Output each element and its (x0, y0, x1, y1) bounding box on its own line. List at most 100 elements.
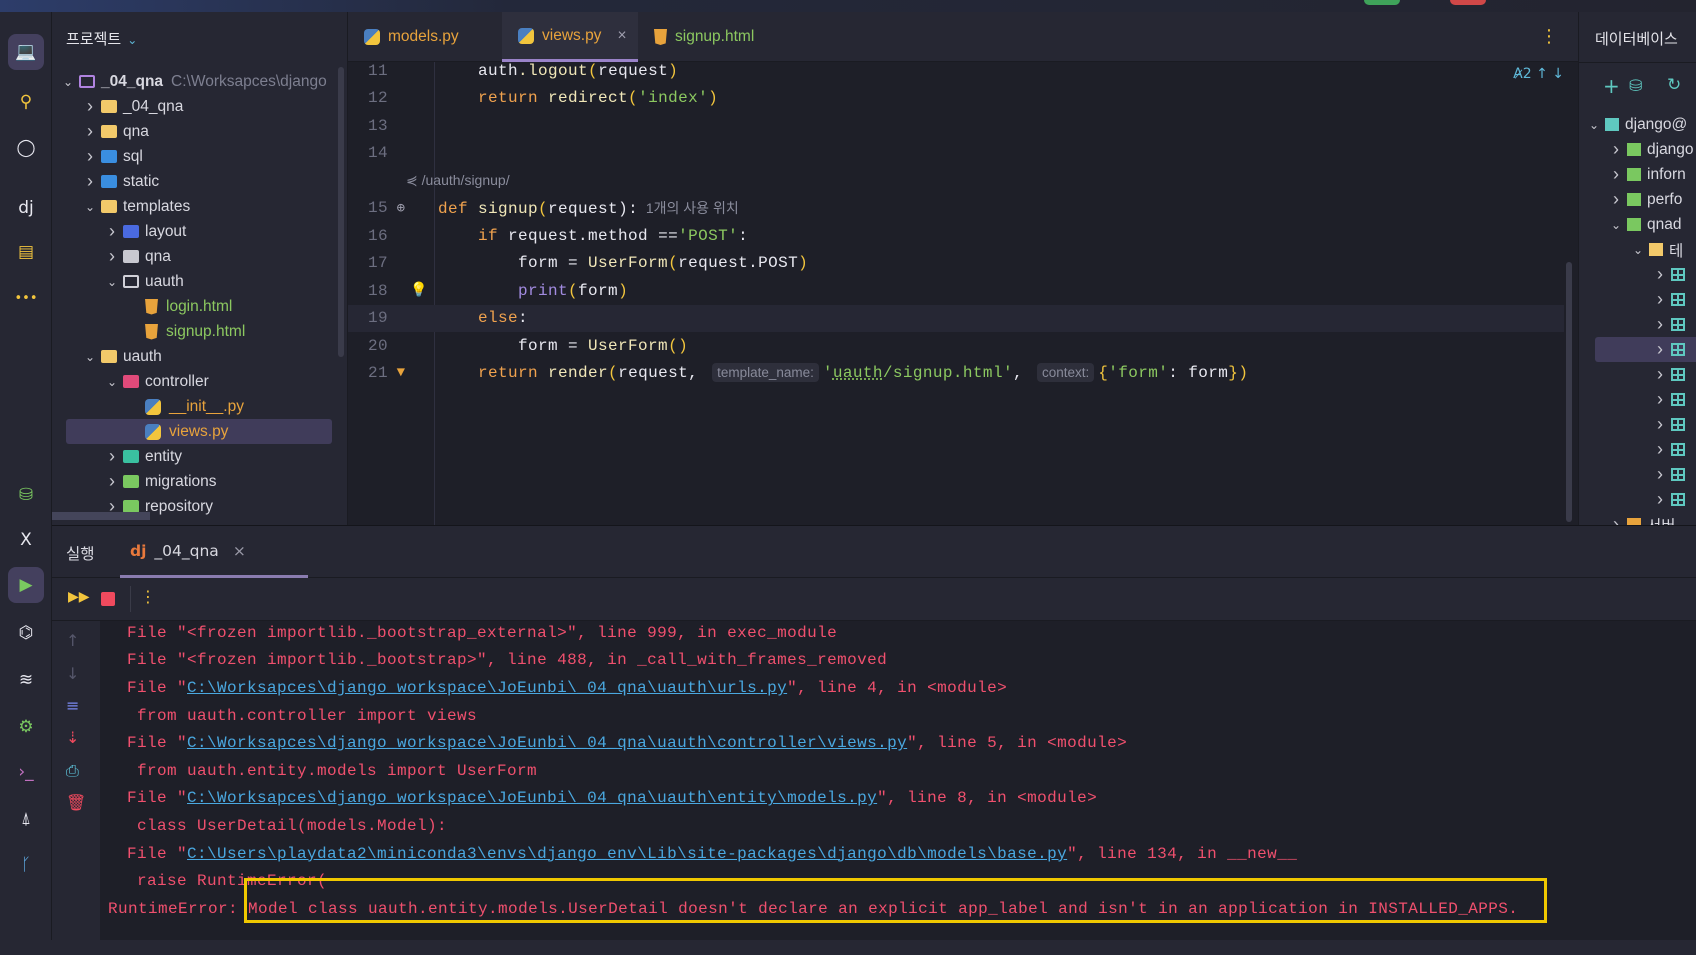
code-line[interactable]: 15 ⊕ def signup(request): 1개의 사용 위치 (348, 195, 1564, 223)
code-editor[interactable]: 11 auth.logout(request) 12 return redirec… (348, 62, 1578, 525)
db-tree-item[interactable]: › (1649, 437, 1685, 462)
database-add-icon[interactable]: ⛁ (8, 477, 44, 513)
file-link[interactable]: C:\Worksapces\django_workspace\JoEunbi\_… (187, 789, 877, 807)
run-icon[interactable]: ▶ (8, 567, 44, 603)
chevron-right-icon[interactable]: › (1605, 139, 1627, 160)
chevron-down-icon[interactable]: ⌄ (57, 75, 79, 89)
db-tree-item[interactable]: › (1649, 287, 1685, 312)
code-line[interactable]: 14 (348, 140, 1564, 168)
db-tree-item[interactable]: › inforn (1605, 162, 1686, 187)
db-tree-item[interactable]: › (1649, 462, 1685, 487)
horizontal-scrollbar[interactable] (52, 512, 150, 520)
tree-item-qna[interactable]: › qna (101, 244, 171, 269)
db-tree-item[interactable]: › (1649, 262, 1685, 287)
tree-item-static[interactable]: › static (79, 169, 159, 194)
layers-icon[interactable]: ≋ (8, 662, 44, 698)
chevron-right-icon[interactable]: › (1649, 339, 1671, 360)
excel-icon[interactable]: X (8, 522, 44, 558)
lightbulb-icon[interactable]: 💡 (410, 282, 428, 299)
soft-wrap-icon[interactable]: ≡ (66, 696, 79, 715)
chevron-down-icon[interactable]: ⌄ (79, 350, 101, 364)
tree-item-04qna[interactable]: › _04_qna (79, 94, 183, 119)
tree-item-qna[interactable]: › qna (79, 119, 149, 144)
arrow-down-icon[interactable]: ↓ (66, 664, 79, 683)
chevron-right-icon[interactable]: › (79, 171, 101, 192)
chevron-right-icon[interactable]: › (1605, 514, 1627, 525)
chevron-right-icon[interactable]: › (1649, 389, 1671, 410)
db-tree-item[interactable]: › django (1605, 137, 1694, 162)
django-icon[interactable]: dj (8, 190, 44, 226)
chevron-right-icon[interactable]: › (1649, 414, 1671, 435)
more-vertical-icon[interactable]: ⋮ (140, 587, 156, 606)
db-tree-item[interactable]: ⌄ qnad (1605, 212, 1682, 237)
db-tree-item[interactable]: › (1649, 487, 1685, 512)
chevron-right-icon[interactable]: › (1649, 439, 1671, 460)
chevron-down-icon[interactable]: ⌄ (1627, 243, 1649, 257)
inspection-widget[interactable]: A̷2 ↑ ↓ (1513, 66, 1564, 82)
chevron-right-icon[interactable]: › (79, 146, 101, 167)
close-tab-button[interactable]: × (617, 27, 626, 45)
code-line[interactable]: 12 return redirect('index') (348, 85, 1564, 113)
db-tree-item[interactable]: › 서버 (1605, 512, 1676, 525)
more-icon[interactable]: ••• (8, 280, 44, 316)
chevron-right-icon[interactable]: › (79, 96, 101, 117)
db-tree-item[interactable]: › (1649, 312, 1685, 337)
arrow-up-icon[interactable]: ↑ (66, 631, 79, 650)
chevron-right-icon[interactable]: › (79, 121, 101, 142)
tree-item-controller[interactable]: ⌄ controller (101, 369, 209, 394)
refresh-icon[interactable]: ↻ (1667, 75, 1681, 95)
db-tree-item[interactable]: › (1649, 337, 1685, 362)
python-console-icon[interactable]: ⌬ (8, 615, 44, 651)
tree-item-migrations[interactable]: › migrations (101, 469, 217, 494)
chevron-right-icon[interactable]: › (1649, 489, 1671, 510)
tree-item-sql[interactable]: › sql (79, 144, 143, 169)
html-icon[interactable]: ▼ (392, 365, 410, 381)
tree-item-initpy[interactable]: __init__.py (123, 394, 244, 419)
project-panel-title[interactable]: 프로젝트 ⌄ (66, 28, 137, 49)
code-line[interactable]: 20 form = UserForm() (348, 332, 1564, 360)
tree-item-viewspy[interactable]: views.py (123, 419, 228, 444)
db-tree-item[interactable]: › (1649, 387, 1685, 412)
rerun-icon[interactable]: ▶▶ (68, 589, 90, 605)
chevron-right-icon[interactable]: › (1649, 464, 1671, 485)
file-link[interactable]: C:\Worksapces\django_workspace\JoEunbi\_… (187, 679, 787, 697)
notifications-icon[interactable]: ⍋ (8, 801, 44, 837)
chevron-down-icon[interactable]: ⌄ (101, 275, 123, 289)
endpoint-url[interactable]: ⋞ /uauth/signup/ (406, 172, 510, 189)
tab-views-py[interactable]: views.py × (502, 12, 638, 62)
chevron-right-icon[interactable]: › (1649, 314, 1671, 335)
tab-run[interactable]: 실행 (66, 542, 95, 564)
db-tree-item[interactable]: › (1649, 362, 1685, 387)
code-line[interactable]: 16 if request.method =='POST': (348, 222, 1564, 250)
web-search-icon[interactable]: ⊕ (392, 200, 410, 217)
chevron-right-icon[interactable]: › (101, 246, 123, 267)
chevron-down-icon[interactable]: ⌄ (101, 375, 123, 389)
terminal-icon[interactable]: ›_ (8, 754, 44, 790)
tree-item-uauth[interactable]: ⌄ uauth (101, 269, 184, 294)
file-link[interactable]: C:\Users\playdata2\miniconda3\envs\djang… (187, 845, 1067, 863)
code-line[interactable]: 17 form = UserForm(request.POST) (348, 250, 1564, 278)
stop-button[interactable] (101, 592, 115, 606)
github-icon[interactable]: ◯ (8, 130, 44, 166)
tab-run-config[interactable]: dj _04_qna × (120, 526, 308, 578)
tree-item-signuphtml[interactable]: signup.html (123, 319, 245, 344)
db-tree-item[interactable]: › perfo (1605, 187, 1682, 212)
git-branch-icon[interactable]: ᚴ (8, 847, 44, 883)
project-icon[interactable]: 💻 (8, 34, 44, 70)
code-line[interactable]: 11 auth.logout(request) (348, 62, 1564, 85)
editor-scrollbar[interactable] (1566, 262, 1572, 522)
settings-icon[interactable]: ⚙ (8, 709, 44, 745)
db-tree-item[interactable]: ⌄ 테 (1627, 237, 1683, 262)
vertical-scrollbar[interactable] (338, 67, 344, 357)
tree-item-loginhtml[interactable]: login.html (123, 294, 232, 319)
chevron-right-icon[interactable]: › (1605, 189, 1627, 210)
chevron-right-icon[interactable]: › (101, 221, 123, 242)
chevron-right-icon[interactable]: › (101, 471, 123, 492)
chevron-down-icon[interactable]: ⌄ (1583, 118, 1605, 132)
endpoint-hint[interactable]: ⋞ /uauth/signup/ (348, 167, 1564, 195)
code-line[interactable]: 19 else: (348, 304, 1564, 332)
tree-item-templates[interactable]: ⌄ templates (79, 194, 190, 219)
scroll-to-end-icon[interactable]: ⇣ (66, 728, 79, 747)
chevron-right-icon[interactable]: › (1649, 264, 1671, 285)
more-vertical-icon[interactable]: ⋮ (1540, 26, 1558, 47)
